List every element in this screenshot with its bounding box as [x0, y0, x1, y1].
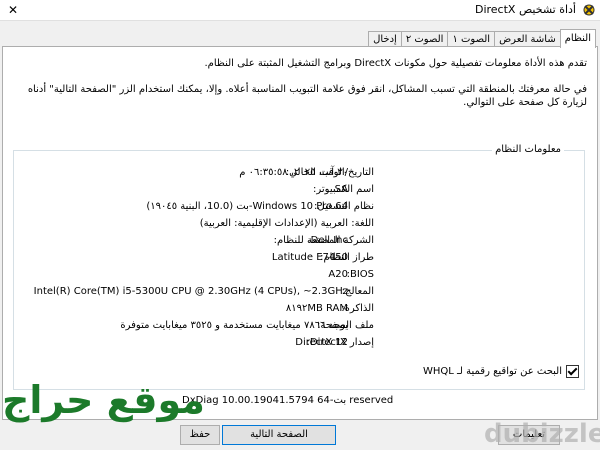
- dubizzle-watermark-logo: dubizzle: [470, 417, 600, 450]
- info-value: SA: [334, 184, 348, 195]
- info-row-bios: BIOS: A20: [14, 269, 584, 286]
- info-row-page-file: ملف الصفحة: يوجد ٧٨٦٦ ميغابايت مستخدمة و…: [14, 320, 584, 337]
- info-row-directx-version: إصدار DirectX: DirectX 12: [14, 337, 584, 354]
- info-row-language: اللغة: العربية (الإعدادات الإقليمية: الع…: [14, 218, 584, 235]
- info-value: Windows 10 Pro 64-بت (10.0، البنية ١٩٠٤٥…: [146, 201, 348, 212]
- info-value: ٨١٩٢MB RAM: [285, 303, 348, 314]
- directx-app-icon: [583, 4, 595, 16]
- info-value: DirectX 12: [295, 337, 348, 348]
- info-label: BIOS:: [346, 269, 374, 280]
- haraj-watermark-logo: موقع حراج: [2, 378, 204, 442]
- dubizzle-watermark-text: dubizzle: [484, 419, 600, 449]
- info-value: Latitude E7450: [271, 252, 348, 263]
- info-value: A20: [328, 269, 348, 280]
- info-row-datetime: التاريخ/الوقت الحالي: ٣٠ آب، ٢٠٢٥، ٠٦:٣٥…: [14, 167, 584, 184]
- info-value: العربية (الإعدادات الإقليمية: العربية): [199, 218, 348, 229]
- info-value: Dell Inc.: [307, 235, 348, 246]
- info-value: ٣٠ آب، ٢٠٢٥، ٠٦:٣٥:٥٨ م: [239, 167, 348, 178]
- system-info-group: معلومات النظام التاريخ/الوقت الحالي: ٣٠ …: [13, 144, 585, 390]
- info-row-manufacturer: الشركة المصنعة للنظام: Dell Inc.: [14, 235, 584, 252]
- whql-checkbox[interactable]: [566, 365, 579, 378]
- intro-line-1: تقدم هذه الأداة معلومات تفصيلية حول مكون…: [204, 58, 587, 69]
- window-title: أداة تشخيص DirectX: [474, 3, 576, 16]
- info-row-computer-name: اسم الكمبيوتر: SA: [14, 184, 584, 201]
- intro-text: تقدم هذه الأداة معلومات تفصيلية حول مكون…: [27, 57, 587, 122]
- next-page-button[interactable]: الصفحة التالية: [222, 425, 336, 445]
- whql-label: البحث عن تواقيع رقمية لـ WHQL: [422, 366, 562, 377]
- intro-line-2: في حالة معرفتك بالمنطقة التي تسبب المشاك…: [27, 84, 587, 108]
- info-row-memory: الذاكرة: ٨١٩٢MB RAM: [14, 303, 584, 320]
- haraj-watermark-text: موقع حراج: [2, 378, 205, 422]
- whql-checkbox-row[interactable]: البحث عن تواقيع رقمية لـ WHQL: [423, 365, 579, 378]
- tab-sound-2[interactable]: الصوت ٢: [400, 31, 449, 47]
- info-label: اللغة:: [351, 218, 374, 229]
- info-row-model: طراز النظام: Latitude E7450: [14, 252, 584, 269]
- tab-sound-1[interactable]: الصوت ١: [447, 31, 496, 47]
- info-row-processor: المعالج: Intel(R) Core(TM) i5-5300U CPU …: [14, 286, 584, 303]
- save-button[interactable]: حفظ: [180, 425, 220, 445]
- tab-display[interactable]: شاشة العرض: [494, 31, 561, 47]
- tab-bar: النظام شاشة العرض الصوت ١ الصوت ٢ إدخال: [368, 29, 596, 48]
- tab-input[interactable]: إدخال: [368, 31, 402, 47]
- info-row-os: نظام التشغيل: Windows 10 Pro 64-بت (10.0…: [14, 201, 584, 218]
- system-tab-panel: تقدم هذه الأداة معلومات تفصيلية حول مكون…: [2, 46, 598, 420]
- close-icon[interactable]: ✕: [0, 0, 26, 20]
- tab-system[interactable]: النظام: [559, 29, 596, 48]
- dxdiag-version-text: DxDiag 10.00.19041.5794 64-بت reserved: [182, 395, 394, 406]
- info-value: Intel(R) Core(TM) i5-5300U CPU @ 2.30GHz…: [33, 286, 348, 297]
- info-value: يوجد ٧٨٦٦ ميغابايت مستخدمة و ٣٥٢٥ ميغابا…: [120, 320, 348, 331]
- system-info-title: معلومات النظام: [492, 144, 564, 155]
- title-bar: ✕ أداة تشخيص DirectX: [0, 0, 600, 21]
